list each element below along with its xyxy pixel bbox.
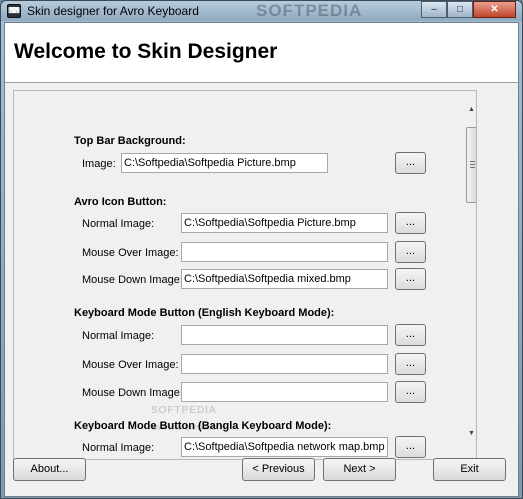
thumb-grip-line xyxy=(470,167,475,168)
bangla-mode-normal-label: Normal Image: xyxy=(82,442,155,454)
english-mode-mouse-over-browse-button[interactable]: ... xyxy=(395,353,426,375)
window-title: Skin designer for Avro Keyboard xyxy=(27,4,199,18)
avro-icon-normal-label: Normal Image: xyxy=(82,218,155,230)
english-mode-mouse-down-browse-button[interactable]: ... xyxy=(395,381,426,403)
scroll-up-arrow-icon[interactable]: ▲ xyxy=(467,105,476,114)
app-window: ⌨ Skin designer for Avro Keyboard SOFTPE… xyxy=(0,0,523,499)
top-bar-image-label: Image: xyxy=(82,158,116,170)
section-avro-icon-button: Avro Icon Button: xyxy=(74,196,167,208)
minimize-button[interactable]: – xyxy=(421,1,447,18)
about-button[interactable]: About... xyxy=(13,458,86,481)
english-mode-mouse-down-field[interactable] xyxy=(181,382,388,402)
app-icon[interactable]: ⌨ xyxy=(7,4,21,18)
scroll-down-arrow-icon[interactable]: ▼ xyxy=(467,429,476,438)
top-bar-image-browse-button[interactable]: ... xyxy=(395,152,426,174)
avro-icon-mouse-down-label: Mouse Down Image: xyxy=(82,274,183,286)
titlebar-watermark: SOFTPEDIA xyxy=(256,1,363,20)
english-mode-normal-field[interactable] xyxy=(181,325,388,345)
dialog-client-area: Welcome to Skin Designer Top Bar Backgro… xyxy=(4,22,519,497)
vertical-scrollbar[interactable]: ▲ ▼ xyxy=(465,105,476,440)
section-keyboard-mode-bangla: Keyboard Mode Button (Bangla Keyboard Mo… xyxy=(74,420,332,432)
exit-button[interactable]: Exit xyxy=(433,458,506,481)
avro-icon-mouse-over-browse-button[interactable]: ... xyxy=(395,241,426,263)
next-button[interactable]: Next > xyxy=(323,458,396,481)
bangla-mode-normal-browse-button[interactable]: ... xyxy=(395,436,426,458)
wizard-header: Welcome to Skin Designer xyxy=(5,23,518,83)
avro-icon-normal-field[interactable]: C:\Softpedia\Softpedia Picture.bmp xyxy=(181,213,388,233)
section-top-bar-background: Top Bar Background: xyxy=(74,135,186,147)
previous-button[interactable]: < Previous xyxy=(242,458,315,481)
section-keyboard-mode-english: Keyboard Mode Button (English Keyboard M… xyxy=(74,307,335,319)
avro-icon-mouse-down-field[interactable]: C:\Softpedia\Softpedia mixed.bmp xyxy=(181,269,388,289)
thumb-grip-line xyxy=(470,164,475,165)
english-mode-mouse-over-label: Mouse Over Image: xyxy=(82,359,179,371)
english-mode-mouse-over-field[interactable] xyxy=(181,354,388,374)
title-bar[interactable]: ⌨ Skin designer for Avro Keyboard SOFTPE… xyxy=(1,1,522,21)
panel-watermark: SOFTPEDIA xyxy=(151,405,217,416)
avro-icon-mouse-over-field[interactable] xyxy=(181,242,388,262)
settings-scroll-panel[interactable]: Top Bar Background: Image: C:\Softpedia\… xyxy=(13,90,477,460)
thumb-grip-icon xyxy=(470,161,475,162)
avro-icon-mouse-down-browse-button[interactable]: ... xyxy=(395,268,426,290)
bangla-mode-normal-field[interactable]: C:\Softpedia\Softpedia network map.bmp xyxy=(181,437,388,457)
english-mode-mouse-down-label: Mouse Down Image: xyxy=(82,387,183,399)
window-controls: – □ ✕ xyxy=(421,1,516,18)
avro-icon-mouse-over-label: Mouse Over Image: xyxy=(82,247,179,259)
english-mode-normal-browse-button[interactable]: ... xyxy=(395,324,426,346)
page-title: Welcome to Skin Designer xyxy=(14,40,278,63)
scrollbar-thumb[interactable] xyxy=(466,127,476,203)
english-mode-normal-label: Normal Image: xyxy=(82,330,155,342)
top-bar-image-field[interactable]: C:\Softpedia\Softpedia Picture.bmp xyxy=(121,153,328,173)
close-button[interactable]: ✕ xyxy=(473,1,516,18)
avro-icon-normal-browse-button[interactable]: ... xyxy=(395,212,426,234)
maximize-button[interactable]: □ xyxy=(447,1,473,18)
